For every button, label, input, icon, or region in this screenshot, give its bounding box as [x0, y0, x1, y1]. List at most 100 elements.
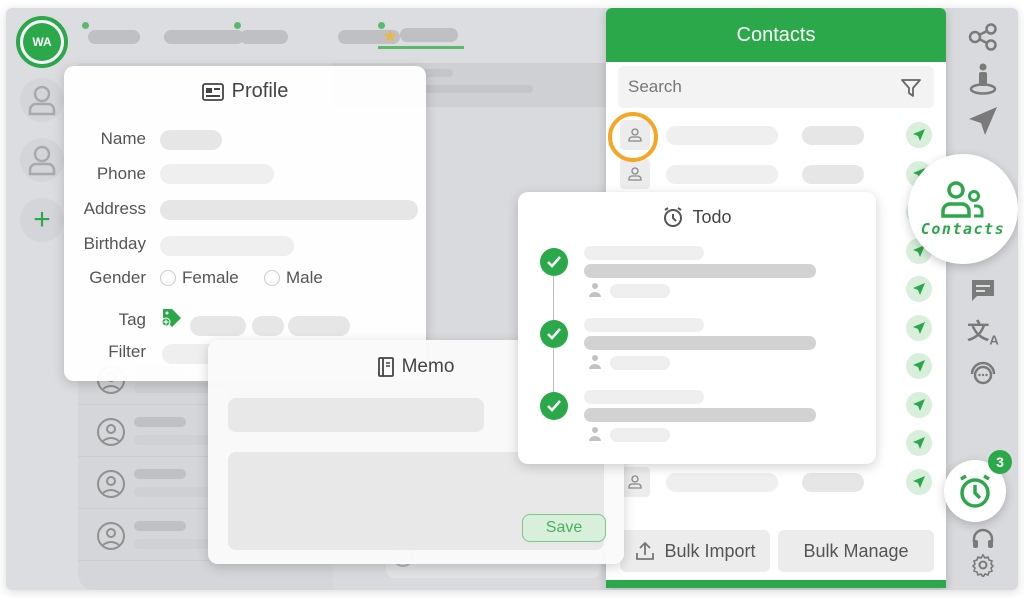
todo-time-placeholder	[584, 246, 704, 260]
support-chat-icon[interactable]	[966, 356, 1000, 390]
filter-label: Filter	[108, 342, 146, 361]
tag-chip[interactable]	[288, 316, 350, 336]
gender-male-option[interactable]: Male	[264, 268, 323, 288]
send-message-button[interactable]	[906, 314, 932, 341]
todo-text-placeholder	[584, 264, 816, 278]
gender-female-option[interactable]: Female	[160, 268, 239, 288]
contact-avatar[interactable]	[620, 158, 650, 189]
checkmark-icon	[547, 400, 561, 412]
account-avatar[interactable]	[20, 138, 64, 182]
user-outline-icon	[628, 166, 642, 181]
bulk-import-label: Bulk Import	[664, 540, 756, 561]
contact-name-placeholder	[666, 164, 778, 184]
chat-name-placeholder	[134, 521, 186, 531]
star-icon: ★	[382, 26, 399, 46]
bulk-manage-label: Bulk Manage	[803, 540, 909, 561]
send-icon	[913, 321, 925, 334]
memo-save-button[interactable]: Save	[522, 514, 606, 542]
contact-name-placeholder	[666, 472, 778, 492]
translate-icon[interactable]: 文A	[966, 314, 1000, 348]
contact-row[interactable]	[620, 158, 936, 195]
active-tab-indicator	[378, 46, 464, 49]
tab-3[interactable]	[240, 30, 288, 44]
assignee-icon	[589, 427, 601, 441]
female-radio[interactable]	[160, 270, 176, 286]
name-field[interactable]	[160, 130, 222, 150]
address-label: Address	[83, 199, 146, 218]
tab-2[interactable]	[164, 30, 244, 44]
todo-text-placeholder	[584, 336, 816, 350]
todo-done-check[interactable]	[540, 320, 568, 348]
todo-title: Todo	[692, 206, 732, 227]
contacts-icon	[941, 181, 984, 218]
profile-card: Profile Name Phone Address Birthday Gend…	[64, 66, 426, 381]
search-placeholder: Search	[628, 77, 682, 96]
send-icon	[913, 398, 925, 411]
share-icon[interactable]	[966, 20, 1000, 54]
assignee-icon	[589, 355, 601, 369]
send-message-button[interactable]	[906, 353, 932, 379]
contact-avatar[interactable]	[620, 466, 650, 497]
checkmark-icon	[547, 328, 561, 340]
female-label: Female	[182, 268, 239, 287]
send-message-button[interactable]	[906, 276, 932, 302]
send-icon[interactable]	[966, 104, 1000, 138]
message-icon[interactable]	[966, 274, 1000, 308]
gender-label: Gender	[89, 268, 146, 287]
todo-done-check[interactable]	[540, 392, 568, 420]
location-person-icon[interactable]	[966, 62, 1000, 96]
bulk-manage-button[interactable]: Bulk Manage	[778, 530, 934, 572]
filter-icon[interactable]	[900, 77, 922, 99]
highlight-ring	[608, 112, 658, 162]
logo-text: WA	[23, 23, 61, 61]
settings-gear-icon[interactable]	[966, 548, 1000, 582]
add-account-button[interactable]: +	[20, 198, 64, 242]
app-logo[interactable]: WA	[16, 16, 68, 68]
birthday-field[interactable]	[160, 236, 294, 256]
todo-done-check[interactable]	[540, 248, 568, 276]
send-message-button[interactable]	[906, 122, 932, 148]
tab-unread-dot	[82, 22, 89, 29]
send-message-button[interactable]	[906, 468, 932, 495]
send-message-button[interactable]	[906, 430, 932, 456]
tag-chip[interactable]	[190, 316, 246, 336]
phone-field[interactable]	[160, 164, 274, 184]
contact-phone-placeholder	[802, 472, 864, 492]
tag-label: Tag	[118, 310, 146, 329]
contacts-search-input[interactable]: Search	[618, 66, 934, 108]
user-icon	[28, 145, 56, 176]
alarm-clock-icon	[960, 474, 990, 508]
account-avatar[interactable]	[20, 78, 64, 122]
bulk-import-button[interactable]: Bulk Import	[620, 530, 770, 572]
chat-subtitle-placeholder	[423, 85, 533, 93]
male-label: Male	[286, 268, 323, 287]
user-outline-icon	[628, 474, 642, 489]
contact-avatar-icon	[97, 470, 125, 498]
contact-phone-placeholder	[802, 126, 864, 145]
contact-row[interactable]	[620, 120, 936, 156]
notebook-icon	[377, 357, 394, 377]
phone-label: Phone	[96, 164, 146, 183]
contact-row[interactable]	[620, 466, 936, 503]
profile-title: Profile	[231, 80, 289, 102]
todo-header: Todo	[518, 206, 876, 228]
send-icon	[913, 475, 925, 488]
address-field[interactable]	[160, 200, 418, 220]
add-tag-icon[interactable]	[160, 306, 184, 330]
contacts-footer-bar	[606, 580, 946, 588]
contact-name-placeholder	[666, 126, 778, 145]
todo-assignee-placeholder	[610, 284, 670, 298]
profile-header: Profile	[64, 80, 426, 103]
user-icon	[28, 85, 56, 116]
todo-count-badge: 3	[988, 450, 1012, 474]
male-radio[interactable]	[264, 270, 280, 286]
tag-chip[interactable]	[252, 316, 284, 336]
tab-1[interactable]	[88, 30, 140, 44]
memo-subject-field[interactable]	[228, 398, 484, 432]
send-message-button[interactable]	[906, 391, 932, 418]
tab-5-active[interactable]	[400, 28, 458, 42]
alarm-clock-icon	[664, 207, 683, 227]
tab-unread-dot	[234, 22, 241, 29]
contacts-bubble-button[interactable]: Contacts	[908, 154, 1018, 264]
todo-text-placeholder	[584, 408, 816, 422]
